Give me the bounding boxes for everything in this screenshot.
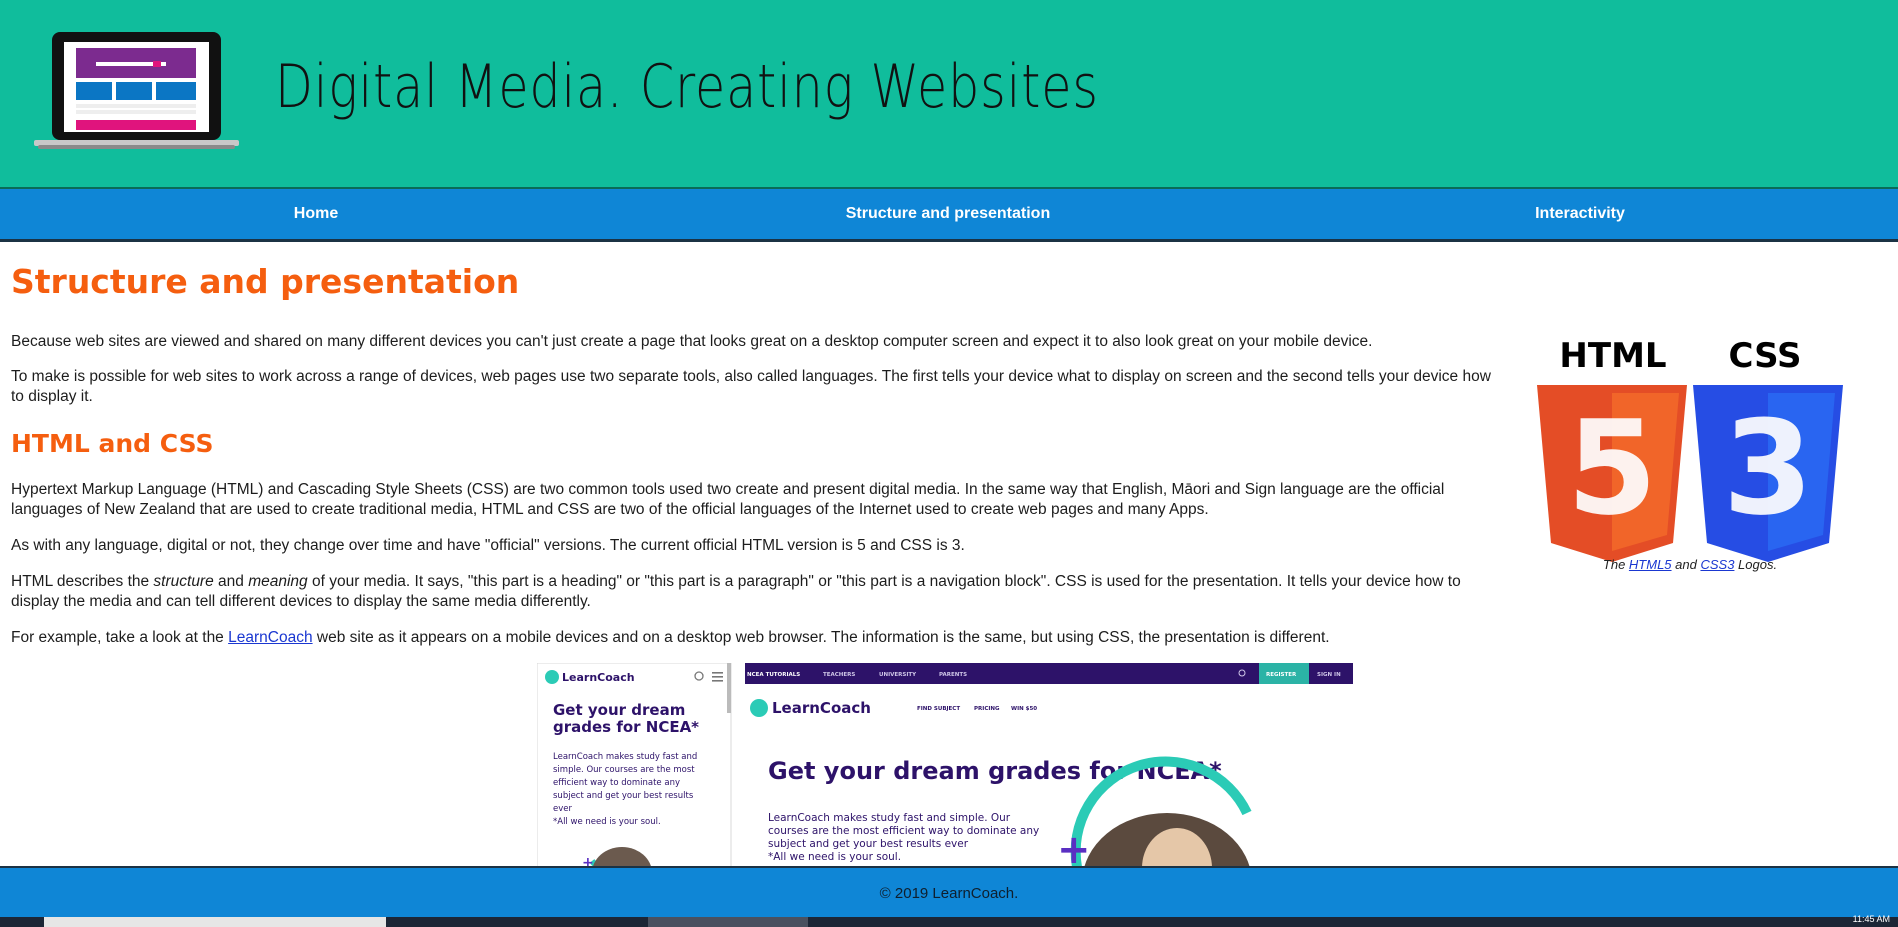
main-nav: Home Structure and presentation Interact… <box>0 189 1898 242</box>
learncoach-comparison-image: LearnCoach Get your dream grades for NCE… <box>537 663 1357 867</box>
html5-css3-logos: HTML CSS 5 3 <box>1537 336 1843 562</box>
mobile-menu-icon <box>712 672 723 682</box>
css3-number: 3 <box>1723 392 1813 544</box>
svg-text:grades for NCEA*: grades for NCEA* <box>553 718 699 736</box>
learncoach-logo-icon <box>545 670 559 684</box>
svg-text:courses are the most efficient: courses are the most efficient way to do… <box>768 825 1039 837</box>
taskbar-search-box[interactable] <box>44 917 386 927</box>
paragraph-example: For example, take a look at the LearnCoa… <box>11 629 1330 646</box>
os-taskbar: 11:45 AM <box>0 914 1898 927</box>
svg-text:efficient way to dominate any: efficient way to dominate any <box>553 778 680 788</box>
paragraph-intro: Because web sites are viewed and shared … <box>11 333 1373 350</box>
css3-link[interactable]: CSS3 <box>1700 557 1734 572</box>
svg-text:Get your dream: Get your dream <box>553 701 685 719</box>
svg-text:subject and get your best resu: subject and get your best results <box>553 791 694 801</box>
learncoach-link[interactable]: LearnCoach <box>228 629 312 646</box>
css3-shield-icon: 3 <box>1693 385 1843 562</box>
paragraph-structure-meaning: HTML describes the structure and meaning… <box>11 573 1461 610</box>
site-header: Digital Media. Creating Websites <box>0 0 1898 189</box>
html5-link[interactable]: HTML5 <box>1629 557 1672 572</box>
taskbar-clock: 11:45 AM <box>1852 914 1890 924</box>
svg-text:NCEA TUTORIALS: NCEA TUTORIALS <box>747 672 800 678</box>
svg-text:*All we need is your soul.: *All we need is your soul. <box>768 851 901 863</box>
paragraph-devices: To make is possible for web sites to wor… <box>11 368 1491 405</box>
svg-text:UNIVERSITY: UNIVERSITY <box>879 672 917 678</box>
svg-text:subject and get your best resu: subject and get your best results ever <box>768 838 969 850</box>
html5-shield-icon: 5 <box>1537 385 1687 562</box>
paragraph-html-css: Hypertext Markup Language (HTML) and Cas… <box>11 481 1445 518</box>
paragraph-versions: As with any language, digital or not, th… <box>11 537 965 554</box>
svg-text:REGISTER: REGISTER <box>1266 672 1297 678</box>
nav-interactivity[interactable]: Interactivity <box>1264 189 1896 239</box>
svg-text:TEACHERS: TEACHERS <box>823 672 855 678</box>
svg-text:ever: ever <box>553 804 572 814</box>
laptop-icon <box>34 32 239 149</box>
nav-home[interactable]: Home <box>0 189 632 239</box>
svg-text:PRICING: PRICING <box>974 706 1000 712</box>
mobile-brand: LearnCoach <box>562 671 635 684</box>
svg-text:SIGN IN: SIGN IN <box>1317 672 1341 678</box>
desktop-learncoach-logo-icon <box>750 699 768 717</box>
site-title: Digital Media. Creating Websites <box>275 52 1099 122</box>
svg-text:PARENTS: PARENTS <box>939 672 967 678</box>
desktop-view: NCEA TUTORIALS TEACHERS UNIVERSITY PAREN… <box>740 663 1357 867</box>
svg-text:+: + <box>1057 827 1091 867</box>
svg-text:*All we need is your soul.: *All we need is your soul. <box>553 817 661 827</box>
svg-text:LearnCoach makes study fast an: LearnCoach makes study fast and simple. … <box>768 812 1011 824</box>
logos-caption: The HTML5 and CSS3 Logos. <box>1602 557 1778 572</box>
page-heading: Structure and presentation <box>11 262 520 301</box>
nav-structure-and-presentation[interactable]: Structure and presentation <box>632 189 1264 239</box>
meaning-emphasis: meaning <box>248 573 308 590</box>
svg-text:LearnCoach makes study fast an: LearnCoach makes study fast and <box>553 752 697 762</box>
svg-text:WIN $50: WIN $50 <box>1011 706 1037 712</box>
svg-text:FIND SUBJECT: FIND SUBJECT <box>917 706 960 712</box>
svg-text:simple. Our courses are the mo: simple. Our courses are the most <box>553 765 695 775</box>
html5-number: 5 <box>1567 392 1657 544</box>
site-footer: © 2019 LearnCoach. <box>0 866 1898 919</box>
section-heading-html-css: HTML and CSS <box>11 429 214 458</box>
footer-copyright: © 2019 LearnCoach. <box>879 885 1019 902</box>
desktop-brand: LearnCoach <box>772 699 871 717</box>
taskbar-active-app[interactable] <box>648 917 808 927</box>
structure-emphasis: structure <box>153 573 214 590</box>
css-logo-label: CSS <box>1728 336 1801 376</box>
mobile-view: LearnCoach Get your dream grades for NCE… <box>537 663 732 867</box>
html-logo-label: HTML <box>1559 336 1666 376</box>
